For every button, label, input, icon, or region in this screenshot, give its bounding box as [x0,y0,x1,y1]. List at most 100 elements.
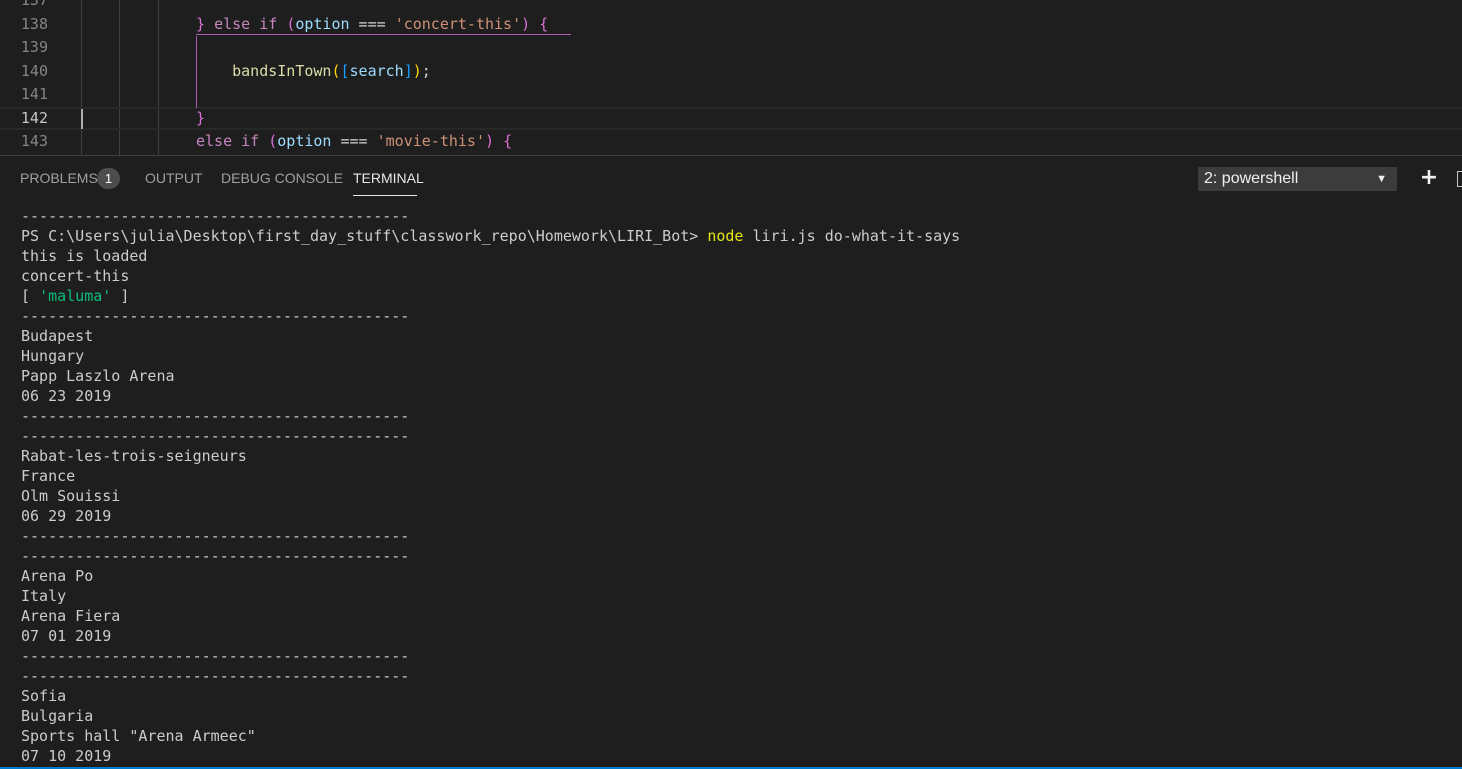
terminal-text: 'maluma' [39,287,112,305]
code-token: ( [268,132,278,150]
line-number: 140 [20,61,48,80]
code-line[interactable]: 141 [0,83,1462,106]
code-token: option [295,14,350,33]
terminal-line: ----------------------------------------… [21,206,1451,226]
terminal-line: Budapest [21,326,1451,346]
line-number: 139 [20,38,48,56]
terminal-selector-value: 2: powershell [1204,170,1299,187]
terminal-line: ----------------------------------------… [21,406,1451,426]
terminal-line: Rabat-les-trois-seigneurs [21,446,1451,466]
terminal-text: ----------------------------------------… [21,207,410,225]
terminal-line: ----------------------------------------… [21,546,1451,566]
terminal-text: Budapest [21,327,94,345]
terminal-text: Papp Laszlo Arena [21,367,175,385]
code-line[interactable]: 140 bandsInTown([search]); [0,60,1462,83]
code-line[interactable]: 137 [0,0,1462,12]
terminal-output[interactable]: ----------------------------------------… [21,206,1451,766]
code-editor[interactable]: 137 138 } else if (option === 'concert-thi… [0,0,1462,155]
code-token: === [331,132,377,150]
code-token: ) [521,14,531,33]
terminal-text: Italy [21,587,67,605]
code-text: } else if (option === 'concert-this') { [196,13,548,36]
line-number: 138 [20,14,48,33]
terminal-text: 07 10 2019 [21,747,112,765]
code-token: ( [331,61,341,80]
terminal-text: Hungary [21,347,85,365]
terminal-text: Olm Souissi [21,487,121,505]
code-token: option [277,132,332,150]
terminal-line: concert-this [21,266,1451,286]
terminal-text: PS C:\Users\julia\Desktop\first_day_stuf… [21,227,708,245]
terminal-line: Arena Po [21,566,1451,586]
plus-icon[interactable]: + [1418,166,1440,190]
terminal-text: concert-this [21,267,130,285]
terminal-text: Arena Fiera [21,607,121,625]
terminal-text: ----------------------------------------… [21,667,410,685]
terminal-text: Sports hall "Arena Armeec" [21,727,256,745]
terminal-line: [ 'maluma' ] [21,286,1451,306]
terminal-line: ----------------------------------------… [21,306,1451,326]
terminal-line: Papp Laszlo Arena [21,366,1451,386]
tab-output[interactable]: OUTPUT [145,170,203,186]
tab-problems[interactable]: PROBLEMS [20,170,98,186]
terminal-text: ----------------------------------------… [21,647,410,665]
tab-terminal[interactable]: TERMINAL [353,170,424,186]
terminal-text: Rabat-les-trois-seigneurs [21,447,247,465]
code-token: search [349,61,404,80]
code-token: ) [485,132,495,150]
line-number: 141 [20,85,48,103]
terminal-text: Bulgaria [21,707,94,725]
terminal-line: 06 23 2019 [21,386,1451,406]
chevron-down-icon: ▼ [1376,173,1387,185]
code-token: { [503,132,513,150]
tab-debug-console[interactable]: DEBUG CONSOLE [221,170,343,186]
terminal-text: ----------------------------------------… [21,427,410,445]
code-line[interactable]: 139 [0,36,1462,59]
active-tab-indicator [353,195,417,196]
line-number: 143 [20,132,48,150]
terminal-text: Arena Po [21,567,94,585]
split-terminal-icon[interactable] [1457,171,1462,187]
terminal-line: ----------------------------------------… [21,526,1451,546]
terminal-line: ----------------------------------------… [21,426,1451,446]
terminal-line: PS C:\Users\julia\Desktop\first_day_stuf… [21,226,1451,246]
terminal-line: Olm Souissi [21,486,1451,506]
code-text: } [196,109,205,128]
line-number: 142 [20,108,48,127]
terminal-text: ----------------------------------------… [21,307,410,325]
terminal-line: 07 10 2019 [21,746,1451,766]
terminal-text: Sofia [21,687,67,705]
terminal-text: ----------------------------------------… [21,407,410,425]
bracket-match-underline [196,34,571,35]
terminal-text: ----------------------------------------… [21,527,410,545]
code-token: ; [421,61,431,80]
terminal-text: 06 29 2019 [21,507,112,525]
terminal-line: Italy [21,586,1451,606]
terminal-line: Bulgaria [21,706,1451,726]
code-token: } [196,14,215,33]
terminal-selector-dropdown[interactable]: 2: powershell ▼ [1198,167,1397,191]
terminal-text: this is loaded [21,247,148,265]
text-cursor [81,109,83,129]
terminal-line: 06 29 2019 [21,506,1451,526]
code-token: else if [196,132,269,150]
terminal-text: [ [21,287,40,305]
terminal-line: this is loaded [21,246,1451,266]
terminal-text: ----------------------------------------… [21,547,410,565]
code-line[interactable]: 142} [0,106,1462,130]
code-text: bandsInTown([search]); [196,60,431,83]
line-number: 137 [20,0,48,9]
terminal-text: 06 23 2019 [21,387,112,405]
terminal-line: Hungary [21,346,1451,366]
code-line[interactable]: 138 } else if (option === 'concert-this')… [0,13,1462,36]
code-line[interactable]: 143 else if (option === 'movie-this') { [0,130,1462,153]
panel-tab-bar: PROBLEMS 1 OUTPUT DEBUG CONSOLE TERMINAL… [0,156,1462,200]
terminal-line: Arena Fiera [21,606,1451,626]
terminal-line: ----------------------------------------… [21,666,1451,686]
terminal-line: Sofia [21,686,1451,706]
terminal-line: Sports hall "Arena Armeec" [21,726,1451,746]
terminal-line: ----------------------------------------… [21,646,1451,666]
code-token: } [196,108,206,127]
